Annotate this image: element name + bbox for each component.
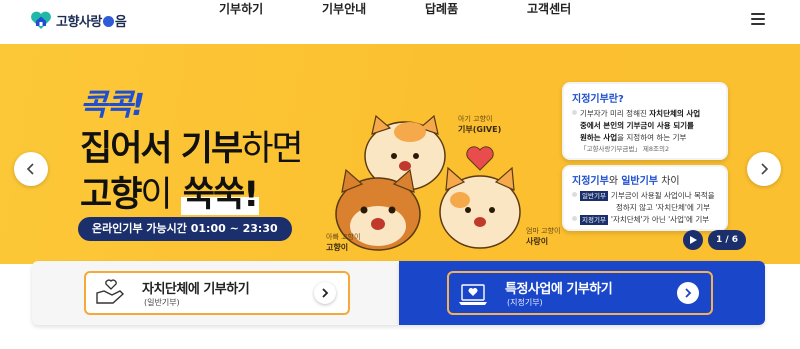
site-header: 고향사랑 음 기부하기 기부안내 답례품 고객센터 — [0, 0, 800, 44]
bullet-icon — [572, 192, 577, 197]
card2-title: 지정기부와 일반기부 차이 — [572, 172, 718, 187]
card1-line3-post: 을 지정하여 하는 기부 — [617, 133, 687, 142]
chevron-right-icon — [685, 288, 692, 298]
cat-label-dad: 아빠 고향이 고향이 — [326, 232, 360, 253]
card1-line3: 원하는 사업을 지정하여 하는 기부 — [572, 132, 718, 144]
chevron-right-icon — [761, 163, 769, 175]
laptop-heart-icon — [459, 284, 487, 305]
card1-law-ref: 「고향사랑기부금법」 제8조의2 — [580, 145, 670, 153]
nav-gifts[interactable]: 답례품 — [425, 0, 458, 17]
card2-row1: 일반기부 기부금이 사용될 사업이나 목적을 — [572, 190, 718, 202]
card2-title-b: 일반기부 — [621, 176, 659, 187]
hero-banner: 콕콕! 집어서 기부하면 고향이 쑥쑥! 온라인기부 가능시간 01:00 ~ … — [0, 44, 800, 264]
logo-text-post: 음 — [114, 14, 127, 30]
card2-row2: 지정기부 '자치단체'가 아닌 '사업'에 기부 — [572, 214, 718, 226]
general-donation-subtitle: (일반기부) — [144, 298, 180, 307]
online-hours-badge: 온라인기부 가능시간 01:00 ~ 23:30 — [78, 217, 292, 241]
designated-donation-subtitle: (지정기부) — [507, 298, 543, 307]
designated-donation-panel: 특정사업에 기부하기 (지정기부) — [399, 261, 765, 325]
card2-title-post: 차이 — [658, 176, 680, 187]
logo-text-pre: 고향사랑 — [56, 14, 102, 30]
page: 고향사랑 음 기부하기 기부안내 답례품 고객센터 콕콕! 집어서 기부하면 고향… — [0, 0, 800, 349]
general-donation-go-button[interactable] — [314, 282, 336, 304]
designated-donation-info-card: 지정기부란? 기부자가 미리 정해진 자치단체의 사업 중에서 본인의 기부금이… — [562, 82, 728, 160]
hero-headline-line1: 집어서 기부하면 — [80, 120, 304, 171]
cat-label-mom-small: 엄마 고향이 — [526, 227, 561, 235]
hand-heart-icon — [96, 279, 125, 304]
designated-donation-tag: 지정기부 — [580, 215, 608, 225]
chevron-right-icon — [322, 288, 329, 298]
nav-donation-guide[interactable]: 기부안내 — [322, 0, 366, 17]
slide-counter: 1 / 6 — [708, 230, 746, 250]
general-donation-panel: 자치단체에 기부하기 (일반기부) — [32, 261, 399, 325]
cat-label-baby-small: 아기 고향이 — [458, 115, 493, 123]
card1-line1-pre: 기부자가 미리 정해진 — [580, 109, 650, 118]
play-icon — [690, 236, 697, 244]
general-donation-button[interactable]: 자치단체에 기부하기 (일반기부) — [84, 271, 350, 315]
cat-mascots-illustration: 아기 고향이 기부(GIVE) 아빠 고향이 고향이 엄마 고향이 사랑이 — [326, 104, 560, 264]
card1-line2-text: 중에서 본인의 기부금이 사용 되기를 — [580, 121, 694, 130]
card1-line1: 기부자가 미리 정해진 자치단체의 사업 — [572, 108, 718, 120]
cat-label-dad-big: 고향이 — [326, 243, 349, 252]
headline1-bold: 집어서 기부 — [80, 129, 243, 169]
next-slide-button[interactable] — [747, 152, 781, 186]
cat-label-dad-small: 아빠 고향이 — [326, 233, 361, 241]
cat-label-mom: 엄마 고향이 사랑이 — [526, 226, 560, 247]
general-donation-tag: 일반기부 — [580, 191, 608, 201]
bullet-icon — [572, 216, 577, 221]
designated-donation-title: 특정사업에 기부하기 — [505, 282, 613, 297]
general-donation-title: 자치단체에 기부하기 — [142, 282, 250, 297]
cat-label-baby-big: 기부(GIVE) — [458, 125, 502, 134]
hero-headline-line2: 고향이 쑥쑥! — [80, 166, 259, 217]
designated-donation-button[interactable]: 특정사업에 기부하기 (지정기부) — [447, 271, 713, 315]
cat-label-baby: 아기 고향이 기부(GIVE) — [458, 114, 501, 135]
nav-donate[interactable]: 기부하기 — [219, 0, 263, 17]
card1-line3-bold: 원하는 사업 — [580, 133, 618, 142]
card2-row1a: 기부금이 사용될 사업이나 목적을 — [610, 191, 715, 200]
hero-kkok-text: 콕콕! — [80, 88, 145, 123]
cat-label-mom-big: 사랑이 — [526, 237, 549, 246]
headline1-light: 하면 — [241, 129, 303, 169]
headline2-accent: 쑥쑥! — [180, 175, 259, 215]
headline2-bold: 고향 — [80, 175, 142, 215]
prev-slide-button[interactable] — [14, 152, 48, 186]
card2-title-a: 지정기부 — [572, 176, 609, 187]
chevron-left-icon — [26, 163, 34, 175]
card2-row1b: 정하지 않고 '자치단체'에 기부 — [616, 203, 711, 212]
logo-circle-icon — [102, 15, 114, 27]
bullet-icon — [572, 110, 577, 115]
heart-house-icon — [31, 11, 51, 29]
site-logo[interactable]: 고향사랑 음 — [30, 10, 127, 30]
logo-text: 고향사랑 음 — [56, 11, 127, 30]
card1-line1-bold: 자치단체의 사업 — [649, 109, 701, 118]
nav-customer-center[interactable]: 고객센터 — [527, 0, 571, 17]
card2-title-mid: 와 — [608, 176, 622, 187]
designated-donation-go-button[interactable] — [677, 282, 699, 304]
card2-row2-text: '자치단체'가 아닌 '사업'에 기부 — [610, 215, 710, 224]
play-slideshow-button[interactable] — [683, 230, 703, 250]
card1-line2: 중에서 본인의 기부금이 사용 되기를 — [572, 120, 718, 132]
headline2-light: 이 — [140, 175, 172, 215]
hamburger-menu-icon[interactable] — [751, 13, 765, 25]
card1-title: 지정기부란? — [572, 94, 624, 105]
donation-difference-info-card: 지정기부와 일반기부 차이 일반기부 기부금이 사용될 사업이나 목적을 정하지 … — [562, 165, 728, 231]
